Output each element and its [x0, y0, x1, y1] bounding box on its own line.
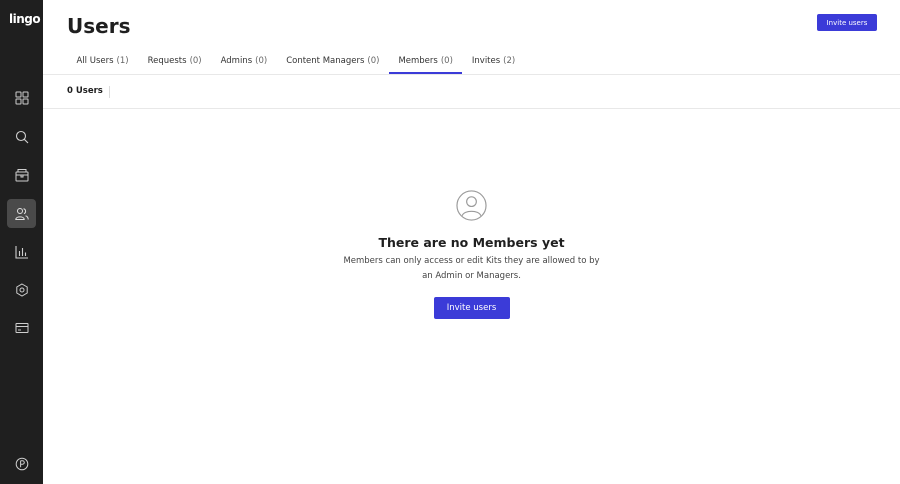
tab-label: All Users: [76, 56, 114, 66]
box-icon: [15, 168, 28, 181]
tab-label: Invites: [471, 56, 501, 66]
tab-admins[interactable]: Admins (0): [211, 52, 277, 74]
search-icon: [15, 130, 28, 143]
analytics-icon: [14, 245, 28, 259]
users-icon: [14, 207, 29, 220]
empty-state-title: There are no Members yet: [378, 235, 565, 250]
nav-kits[interactable]: [7, 160, 36, 189]
invite-users-cta-button[interactable]: Invite users: [433, 297, 510, 319]
tabs-divider: [43, 74, 900, 75]
sidebar: lingo: [0, 0, 43, 484]
tab-all-users[interactable]: All Users (1): [67, 52, 138, 74]
page-title: Users: [67, 14, 131, 38]
tab-count: (0): [367, 56, 380, 66]
tab-count: (0): [255, 56, 268, 66]
tab-count: (2): [503, 56, 516, 66]
summary-divider: [43, 108, 900, 109]
nav-help[interactable]: [7, 449, 36, 478]
billing-icon: [15, 322, 28, 333]
tab-label: Members: [398, 56, 438, 66]
nav-dashboard[interactable]: [7, 83, 36, 112]
invite-users-button[interactable]: Invite users: [817, 14, 877, 31]
nav-analytics[interactable]: [7, 237, 36, 266]
tab-members[interactable]: Members (0): [388, 52, 463, 74]
tab-count: (1): [116, 56, 129, 66]
settings-icon: [15, 282, 28, 297]
tab-label: Admins: [220, 56, 253, 66]
main-content: Users Invite users All Users (1) Requests…: [43, 0, 900, 484]
lingo-logo[interactable]: lingo: [9, 12, 41, 26]
tab-requests[interactable]: Requests (0): [138, 52, 211, 74]
user-circle-icon: [456, 190, 487, 221]
nav-search[interactable]: [7, 122, 36, 151]
tab-count: (0): [440, 56, 453, 66]
tab-content-managers[interactable]: Content Managers (0): [277, 52, 389, 74]
tab-count: (0): [189, 56, 202, 66]
nav-users[interactable]: [7, 199, 36, 228]
nav-billing[interactable]: [7, 313, 36, 342]
user-tabs: All Users (1) Requests (0) Admins (0) Conte…: [67, 52, 525, 74]
tab-label: Requests: [147, 56, 187, 66]
users-count: 0 Users: [67, 86, 110, 98]
help-icon: [15, 457, 28, 470]
empty-state: There are no Members yet Members can onl…: [43, 190, 900, 319]
nav-settings[interactable]: [7, 275, 36, 304]
dashboard-icon: [15, 91, 28, 104]
empty-state-description: Members can only access or edit Kits the…: [343, 256, 600, 281]
tab-invites[interactable]: Invites (2): [462, 52, 524, 74]
tab-label: Content Managers: [286, 56, 365, 66]
